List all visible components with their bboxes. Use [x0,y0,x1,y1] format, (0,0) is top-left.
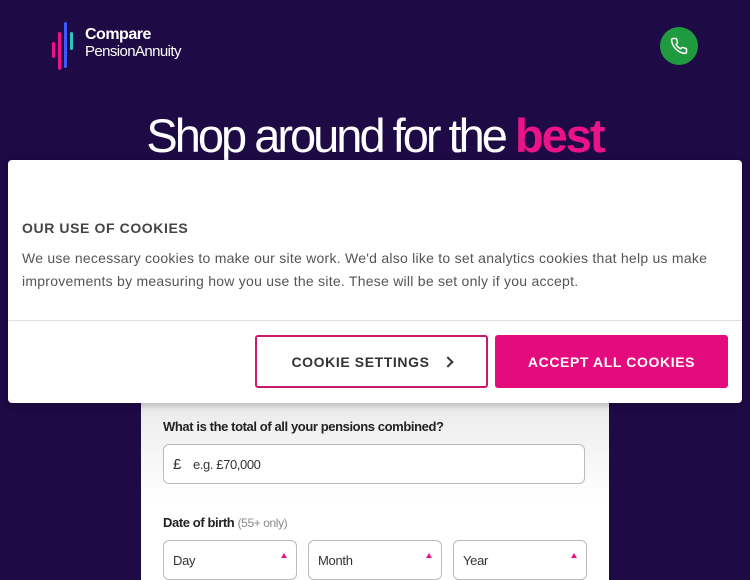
dob-hint: (55+ only) [237,516,288,530]
pension-total-input[interactable] [191,455,575,473]
logo-bars-icon [52,22,80,70]
cookie-banner-text: We use necessary cookies to make our sit… [22,250,708,289]
cookie-divider [8,320,742,321]
phone-icon [670,37,688,55]
hero-title-accent: best [514,109,606,162]
dob-month-select[interactable]: Month [308,540,442,580]
dropdown-arrow-icon [281,553,287,558]
dob-month-label: Month [318,553,353,568]
dob-label: Date of birth (55+ only) [163,515,288,530]
logo-line1: Compare [85,26,151,43]
pension-total-label: What is the total of all your pensions c… [163,419,444,434]
dropdown-arrow-icon [426,553,432,558]
accept-all-cookies-button[interactable]: ACCEPT ALL COOKIES [495,335,728,388]
quote-form-card: What is the total of all your pensions c… [141,380,609,580]
cookie-settings-label: COOKIE SETTINGS [291,353,430,370]
phone-button[interactable] [660,27,698,65]
dob-label-text: Date of birth [163,515,235,530]
logo-line2: PensionAnnuity [85,43,181,60]
chevron-right-icon [441,355,454,368]
dob-year-label: Year [463,553,489,568]
currency-symbol: £ [173,455,182,473]
pension-total-field[interactable]: £ [163,444,585,484]
dob-day-select[interactable]: Day [163,540,297,580]
hero-title-prefix: Shop around for the [146,109,515,162]
hero-title: Shop around for the best [0,108,750,164]
dropdown-arrow-icon [571,553,577,558]
dob-year-select[interactable]: Year [453,540,587,580]
cookie-settings-button[interactable]: COOKIE SETTINGS [255,335,488,388]
accept-all-cookies-label: ACCEPT ALL COOKIES [527,353,696,370]
cookie-banner-title: OUR USE OF COOKIES [22,220,189,236]
brand-logo[interactable]: Compare PensionAnnuity [52,22,181,70]
dob-day-label: Day [173,553,196,568]
cookie-banner: OUR USE OF COOKIES We use necessary cook… [8,160,742,403]
